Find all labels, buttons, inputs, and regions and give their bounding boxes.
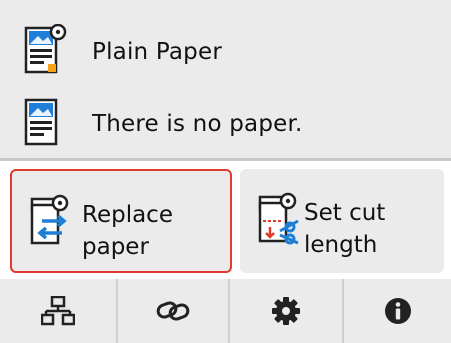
action-buttons: Replace paper Set cut length — [0, 161, 451, 279]
printer-home-screen: Plain Paper There is no paper. Replace p… — [0, 0, 451, 343]
replace-paper-label: Replace paper — [82, 202, 173, 260]
bottom-nav — [0, 279, 451, 343]
replace-paper-button[interactable]: Replace paper — [10, 169, 232, 273]
paper-status-panel: Plain Paper There is no paper. — [0, 0, 451, 158]
paper-state-row: There is no paper. — [0, 94, 451, 154]
info-button[interactable] — [344, 279, 451, 343]
paper-type-row[interactable]: Plain Paper — [0, 22, 451, 82]
set-cut-length-label: Set cut length — [304, 200, 386, 258]
link-button[interactable] — [118, 279, 228, 343]
network-button[interactable] — [0, 279, 116, 343]
network-icon — [41, 296, 75, 326]
replace-paper-icon — [30, 194, 69, 245]
set-cut-length-button[interactable]: Set cut length — [240, 169, 444, 273]
paper-roll-icon — [24, 24, 67, 74]
settings-button[interactable] — [230, 279, 342, 343]
info-icon — [384, 298, 411, 324]
settings-gear-icon — [272, 297, 300, 325]
set-cut-length-icon — [258, 192, 299, 245]
paper-state-text: There is no paper. — [92, 111, 303, 137]
paper-type-text: Plain Paper — [92, 39, 222, 65]
link-icon — [156, 301, 190, 321]
paper-sheet-icon — [24, 98, 58, 146]
